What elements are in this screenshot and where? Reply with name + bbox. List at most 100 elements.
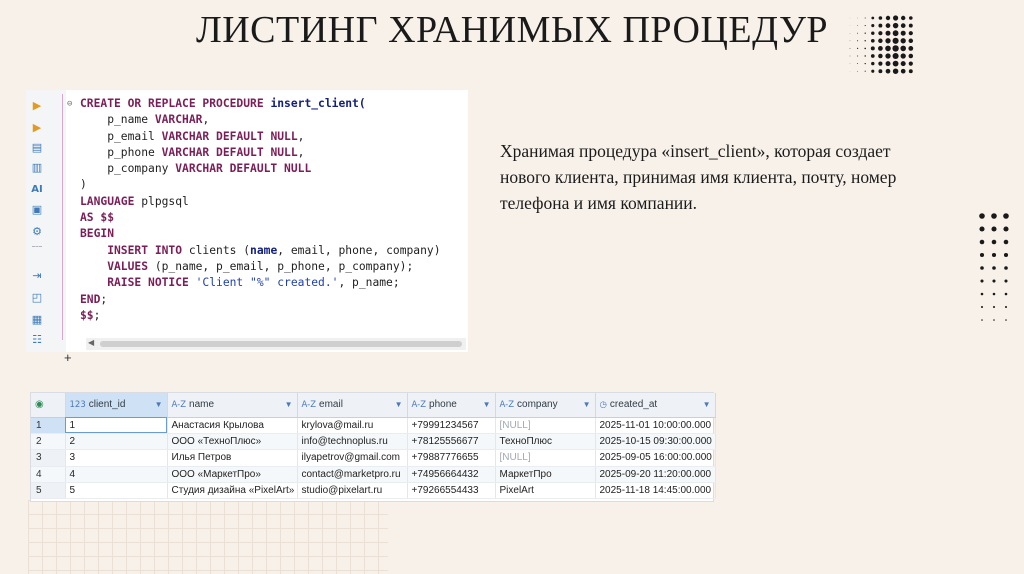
sort-filter-icon[interactable]: ▼ bbox=[583, 400, 591, 409]
outline-icon[interactable]: ☷ bbox=[30, 332, 44, 346]
scroll-left-icon[interactable]: ◀ bbox=[88, 338, 94, 347]
code-token: $$ bbox=[100, 211, 115, 225]
load-plan-icon[interactable]: ▥ bbox=[30, 160, 44, 174]
dot bbox=[992, 279, 996, 283]
table-cell[interactable]: Илья Петров bbox=[167, 449, 298, 467]
table-cell[interactable]: 3 bbox=[65, 449, 168, 467]
dot bbox=[900, 53, 906, 59]
code-token: INSERT INTO bbox=[80, 243, 189, 257]
table-cell[interactable]: ООО «МаркетПро» bbox=[167, 466, 298, 484]
output-console-icon[interactable]: ▣ bbox=[30, 202, 44, 216]
select-all-icon[interactable]: ◉ bbox=[35, 399, 44, 410]
sql-editor[interactable]: ▶ ▶ ▤ ▥ AI ▣ ⚙ ⇥ ◰ ▦ ☷ ⊖ CREATE OR REPLACE PROCEDUR… bbox=[26, 90, 468, 352]
row-number[interactable]: 1 bbox=[31, 417, 66, 434]
table-cell[interactable]: [NULL] bbox=[495, 449, 596, 467]
row-number[interactable]: 4 bbox=[31, 466, 66, 484]
column-header-phone[interactable]: A-Z phone ▼ bbox=[407, 393, 496, 418]
dot-pattern-decoration-right bbox=[979, 213, 1009, 321]
table-row[interactable]: 1 1 Анастасия Крылова krylova@mail.ru +79991… bbox=[31, 417, 716, 434]
table-row[interactable]: 3 3 Илья Петров ilyapetrov@gmail.com +798877… bbox=[31, 449, 716, 467]
column-header-email[interactable]: A-Z email ▼ bbox=[297, 393, 408, 418]
table-cell[interactable]: +78125556677 bbox=[407, 433, 496, 451]
log-icon[interactable]: ▦ bbox=[30, 312, 44, 326]
table-cell[interactable]: info@technoplus.ru bbox=[297, 433, 408, 451]
table-cell[interactable]: +79266554433 bbox=[407, 482, 496, 500]
table-cell[interactable]: Анастасия Крылова bbox=[167, 417, 298, 434]
column-header-client-id[interactable]: 123 client_id ▼ bbox=[65, 393, 168, 418]
table-cell[interactable]: 2025-10-15 09:30:00.000 bbox=[595, 433, 716, 451]
row-number-header[interactable]: ◉ bbox=[31, 393, 66, 418]
explain-plan-icon[interactable]: ▤ bbox=[30, 140, 44, 154]
table-cell[interactable]: +79991234567 bbox=[407, 417, 496, 434]
table-row[interactable]: 2 2 ООО «ТехноПлюс» info@technoplus.ru +7812… bbox=[31, 433, 716, 451]
dot bbox=[885, 53, 891, 59]
dot bbox=[870, 38, 875, 43]
column-header-name[interactable]: A-Z name ▼ bbox=[167, 393, 298, 418]
table-row[interactable]: 5 5 Студия дизайна «PixelArt» studio@pixela… bbox=[31, 482, 716, 500]
code-line: p_name VARCHAR, bbox=[80, 112, 466, 128]
table-cell[interactable]: PixelArt bbox=[495, 482, 596, 500]
column-header-company[interactable]: A-Z company ▼ bbox=[495, 393, 596, 418]
fold-toggle-icon[interactable]: ⊖ bbox=[67, 96, 72, 112]
table-cell[interactable]: +79887776655 bbox=[407, 449, 496, 467]
code-token: 'Client "%" created.' bbox=[195, 276, 339, 290]
row-number[interactable]: 2 bbox=[31, 433, 66, 451]
code-token: ; bbox=[100, 292, 108, 306]
row-number[interactable]: 3 bbox=[31, 449, 66, 467]
table-cell[interactable]: ilyapetrov@gmail.com bbox=[297, 449, 408, 467]
table-row[interactable]: 4 4 ООО «МаркетПро» contact@marketpro.ru +74… bbox=[31, 466, 716, 484]
code-token: BEGIN bbox=[80, 227, 115, 241]
execute-script-icon[interactable]: ▶ bbox=[30, 120, 44, 134]
table-cell[interactable]: 2 bbox=[65, 433, 168, 451]
dot bbox=[1004, 292, 1008, 296]
sort-filter-icon[interactable]: ▼ bbox=[395, 400, 403, 409]
table-cell[interactable]: 5 bbox=[65, 482, 168, 500]
table-cell[interactable]: contact@marketpro.ru bbox=[297, 466, 408, 484]
dot bbox=[900, 68, 906, 74]
table-cell[interactable]: +74956664432 bbox=[407, 466, 496, 484]
column-header-created-at[interactable]: ◷ created_at ▼ bbox=[595, 393, 716, 418]
code-area[interactable]: ⊖ CREATE OR REPLACE PROCEDURE insert_clie… bbox=[67, 96, 466, 324]
plus-icon: + bbox=[64, 350, 72, 365]
dot bbox=[901, 15, 906, 21]
sort-filter-icon[interactable]: ▼ bbox=[703, 400, 711, 409]
table-cell[interactable]: Студия дизайна «PixelArt» bbox=[167, 482, 298, 500]
result-grid[interactable]: ◉ 123 client_id ▼ A-Z name ▼ A-Z email ▼ A-Z phone… bbox=[30, 392, 716, 502]
table-cell[interactable]: 2025-11-18 14:45:00.000 bbox=[595, 482, 716, 500]
dot bbox=[1004, 305, 1008, 309]
table-cell[interactable]: 2025-09-05 16:00:00.000 bbox=[595, 449, 716, 467]
execute-statement-icon[interactable]: ▶ bbox=[30, 98, 44, 112]
table-cell[interactable]: ТехноПлюс bbox=[495, 433, 596, 451]
settings-icon[interactable]: ⚙ bbox=[30, 224, 44, 238]
export-icon[interactable]: ⇥ bbox=[30, 268, 44, 282]
scrollbar-thumb[interactable] bbox=[100, 341, 462, 347]
dot bbox=[849, 63, 851, 64]
table-cell[interactable]: ООО «ТехноПлюс» bbox=[167, 433, 298, 451]
row-number[interactable]: 5 bbox=[31, 482, 66, 500]
table-cell[interactable]: studio@pixelart.ru bbox=[297, 482, 408, 500]
table-cell[interactable]: 2025-11-01 10:00:00.000 bbox=[595, 417, 716, 434]
dot bbox=[892, 52, 899, 60]
table-cell[interactable]: 1 bbox=[65, 417, 168, 434]
table-cell[interactable]: 2025-09-20 11:20:00.000 bbox=[595, 466, 716, 484]
ai-assistant-icon[interactable]: AI bbox=[30, 182, 44, 196]
code-token: RAISE NOTICE bbox=[80, 276, 196, 290]
variables-icon[interactable]: ◰ bbox=[30, 290, 44, 304]
editor-horizontal-scrollbar[interactable]: ◀ bbox=[86, 338, 466, 350]
table-cell[interactable]: krylova@mail.ru bbox=[297, 417, 408, 434]
column-header-label: company bbox=[517, 399, 558, 411]
table-cell[interactable]: [NULL] bbox=[495, 417, 596, 434]
dot bbox=[1003, 213, 1009, 219]
sort-filter-icon[interactable]: ▼ bbox=[285, 400, 293, 409]
text-type-icon: A-Z bbox=[499, 400, 515, 411]
code-token: AS bbox=[80, 211, 101, 225]
table-cell[interactable]: МаркетПро bbox=[495, 466, 596, 484]
dot bbox=[871, 69, 875, 73]
dot bbox=[885, 15, 891, 21]
dot bbox=[900, 38, 906, 44]
sort-filter-icon[interactable]: ▼ bbox=[483, 400, 491, 409]
sort-filter-icon[interactable]: ▼ bbox=[155, 400, 163, 409]
dot bbox=[849, 32, 851, 34]
table-cell[interactable]: 4 bbox=[65, 466, 168, 484]
code-token: clients ( bbox=[188, 243, 251, 257]
